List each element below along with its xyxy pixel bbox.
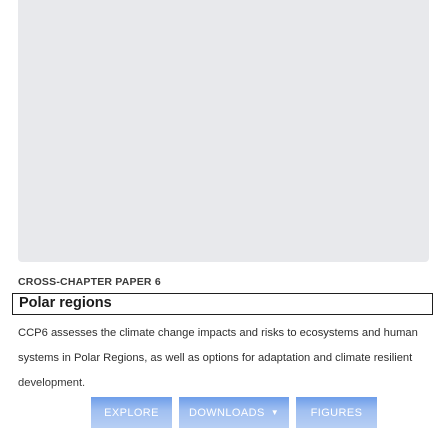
caret-down-icon: ▼ (270, 407, 280, 417)
page-title: Polar regions (19, 295, 112, 311)
explore-button[interactable]: EXPLORE (91, 397, 172, 428)
action-buttons: EXPLORE DOWNLOADS ▼ FIGURES (91, 397, 377, 428)
hero-image (18, 0, 429, 262)
downloads-button[interactable]: DOWNLOADS ▼ (179, 397, 289, 428)
figures-label: FIGURES (310, 406, 363, 419)
figures-button[interactable]: FIGURES (296, 397, 377, 428)
explore-label: EXPLORE (104, 406, 159, 419)
chapter-label: CROSS-CHAPTER PAPER 6 (18, 276, 161, 288)
title-link[interactable]: Polar regions (12, 293, 433, 315)
description-text: CCP6 assesses the climate change impacts… (18, 327, 418, 389)
downloads-label: DOWNLOADS (188, 406, 265, 419)
page: CROSS-CHAPTER PAPER 6 Polar regions CCP6… (0, 0, 448, 448)
